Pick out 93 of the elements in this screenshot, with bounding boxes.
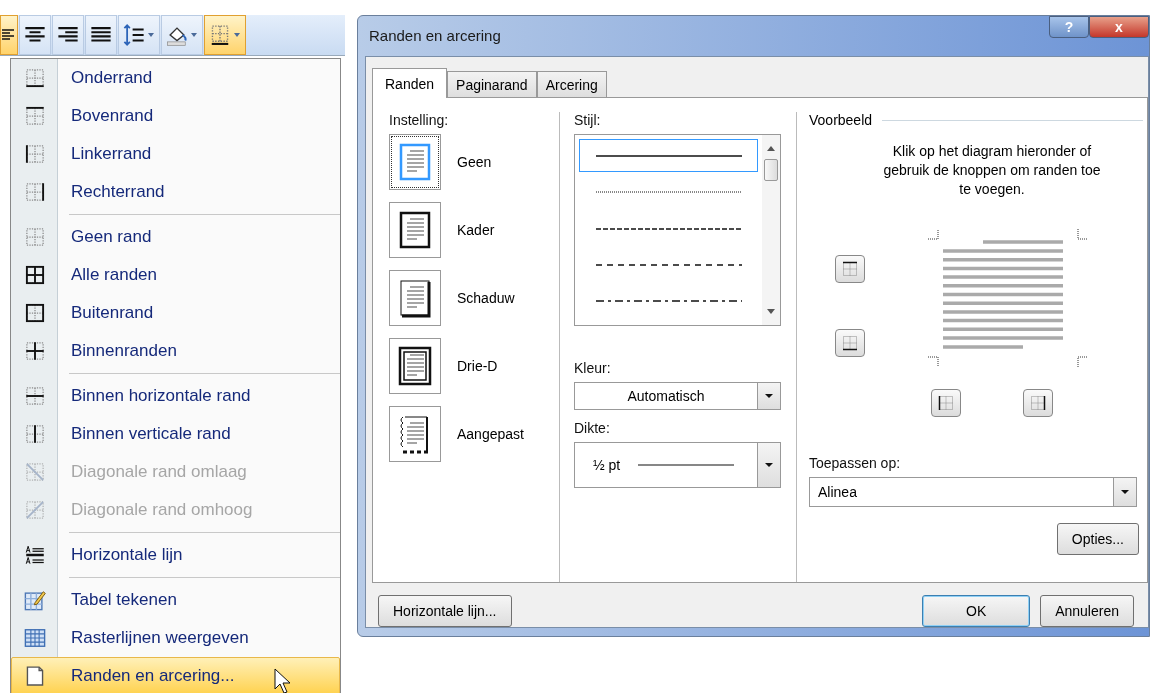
ok-button[interactable]: OK xyxy=(922,595,1031,627)
preview-label: Voorbeeld xyxy=(809,112,873,128)
border-toggle-button[interactable] xyxy=(835,329,865,357)
window-title: Randen en arcering xyxy=(369,27,502,44)
scroll-down-icon[interactable] xyxy=(766,307,776,315)
toolbar-button[interactable] xyxy=(85,15,117,55)
setting-label: Drie-D xyxy=(457,358,498,374)
toolbar-button[interactable] xyxy=(0,15,18,55)
menu-item[interactable]: Rechterrand xyxy=(11,173,340,211)
border-inside-icon xyxy=(25,341,45,361)
line-sample-icon xyxy=(595,262,742,267)
menu-item[interactable]: Binnenranden xyxy=(11,332,340,370)
border-bottom-icon xyxy=(25,68,45,88)
border-right-icon xyxy=(25,182,45,202)
border-outside-icon xyxy=(25,303,45,323)
color-label: Kleur: xyxy=(574,360,612,376)
apply-to-label: Toepassen op: xyxy=(809,455,902,471)
border-top-icon xyxy=(25,106,45,126)
width-dropdown[interactable]: ½ pt xyxy=(574,442,781,488)
caret-icon xyxy=(764,393,774,399)
setting-label: Aangepast xyxy=(457,426,524,442)
border-toggle-button[interactable] xyxy=(931,389,961,417)
border-inside-h-icon xyxy=(25,386,45,406)
caret-icon xyxy=(190,32,198,38)
horizontal-line-button[interactable]: Horizontale lijn... xyxy=(378,595,512,627)
line-sample-icon xyxy=(638,463,735,467)
line-spacing-icon xyxy=(123,24,145,46)
border-diag-down-icon xyxy=(25,462,45,482)
scroll-thumb[interactable] xyxy=(764,159,778,181)
setting-label: Schaduw xyxy=(457,290,515,306)
border-inside-v-icon xyxy=(25,424,45,444)
style-list[interactable] xyxy=(574,134,781,326)
caret-icon xyxy=(233,32,241,38)
scrollbar[interactable] xyxy=(762,135,780,325)
border-top-icon xyxy=(842,261,858,277)
border-left-icon xyxy=(25,144,45,164)
menu-item[interactable]: Rasterlijnen weergeven xyxy=(11,619,340,657)
toolbar-button[interactable] xyxy=(118,15,160,55)
cancel-button[interactable]: Annuleren xyxy=(1040,595,1134,627)
border-toggle-button[interactable] xyxy=(1023,389,1053,417)
toolbar-button[interactable] xyxy=(52,15,84,55)
setting-button[interactable] xyxy=(389,134,441,190)
border-left-icon xyxy=(938,395,954,411)
menu-item[interactable]: Buitenrand xyxy=(11,294,340,332)
menu-item[interactable]: Binnen horizontale rand xyxy=(11,377,340,415)
border-right-icon xyxy=(1030,395,1046,411)
line-style-option[interactable] xyxy=(579,139,758,173)
line-sample-icon xyxy=(595,226,742,231)
border-diag-up-icon xyxy=(25,500,45,520)
scroll-up-icon[interactable] xyxy=(766,145,776,153)
border-toggle-button[interactable] xyxy=(835,255,865,283)
menu-item[interactable]: Alle randen xyxy=(11,256,340,294)
setting-button[interactable] xyxy=(389,202,441,258)
menu-item[interactable]: Randen en arcering... xyxy=(11,657,340,693)
setting-button[interactable] xyxy=(389,270,441,326)
table-grid-icon xyxy=(24,627,46,649)
tab[interactable]: Randen xyxy=(372,68,448,98)
line-sample-icon xyxy=(595,190,742,195)
border-grid-icon xyxy=(209,24,231,46)
line-sample-icon xyxy=(595,153,742,158)
options-button[interactable]: Opties... xyxy=(1056,523,1139,555)
caret-icon xyxy=(147,32,155,38)
mouse-cursor-icon xyxy=(274,668,292,693)
close-button[interactable]: x xyxy=(1089,16,1149,38)
border-none-icon xyxy=(25,227,45,247)
menu-item[interactable]: Tabel tekenen xyxy=(11,581,340,619)
menu-item[interactable]: Linkerrand xyxy=(11,135,340,173)
setting-label: Geen xyxy=(457,154,492,170)
menu-item[interactable]: Horizontale lijn xyxy=(11,536,340,574)
setting-button[interactable] xyxy=(389,406,441,462)
style-label: Stijl: xyxy=(574,112,602,128)
toolbar-button[interactable] xyxy=(19,15,51,55)
border-all-icon xyxy=(25,265,45,285)
line-sample-icon xyxy=(595,299,742,304)
preview-hint: Klik op het diagram hieronder of gebruik de knoppen om randen toe te voegen. xyxy=(882,142,1102,199)
setting-label: Kader xyxy=(457,222,495,238)
caret-icon xyxy=(764,462,774,468)
table-pencil-icon xyxy=(24,589,46,611)
page-icon xyxy=(24,665,46,687)
horizontal-line-icon xyxy=(25,545,45,565)
width-label: Dikte: xyxy=(574,420,611,436)
color-dropdown[interactable]: Automatisch xyxy=(574,382,781,410)
menu-item[interactable]: Binnen verticale rand xyxy=(11,415,340,453)
setting-button[interactable] xyxy=(389,338,441,394)
border-bottom-icon xyxy=(842,335,858,351)
menu-item[interactable]: Geen rand xyxy=(11,218,340,256)
menu-item[interactable]: Onderrand xyxy=(11,59,340,97)
caret-icon xyxy=(1120,489,1130,495)
setting-label: Instelling: xyxy=(389,112,450,128)
tab[interactable]: Paginarand xyxy=(447,71,537,97)
menu-item[interactable]: Bovenrand xyxy=(11,97,340,135)
apply-to-dropdown[interactable]: Alinea xyxy=(809,477,1137,507)
tab[interactable]: Arcering xyxy=(536,71,607,97)
